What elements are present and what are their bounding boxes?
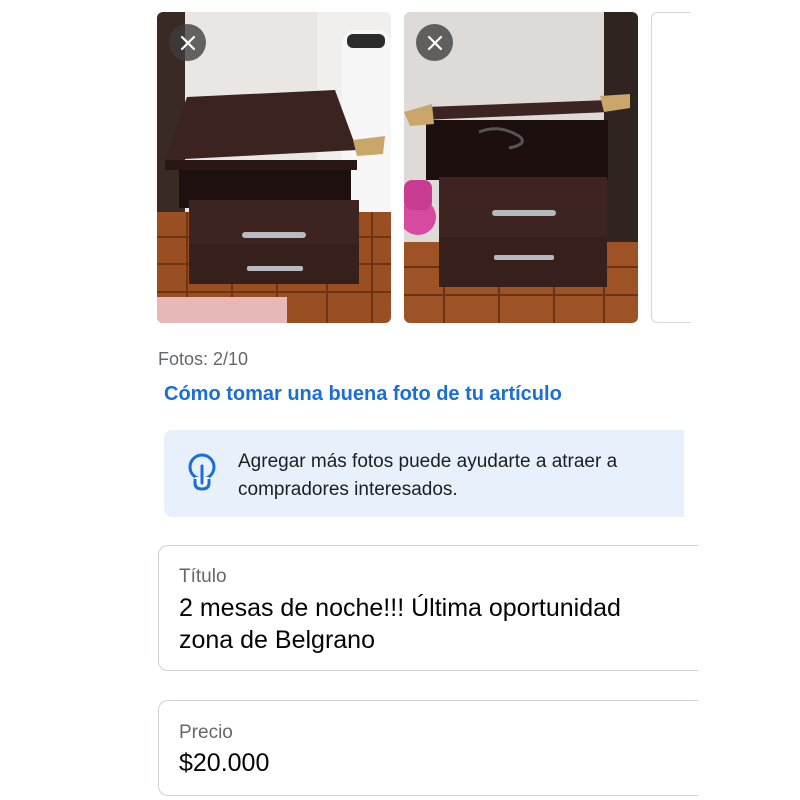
lightbulb-icon	[188, 453, 216, 491]
close-icon	[180, 35, 195, 50]
photo-count: Fotos: 2/10	[158, 349, 249, 369]
listing-photo-2[interactable]	[404, 12, 638, 323]
tip-banner: Agregar más fotos puede ayudarte a atrae…	[164, 430, 684, 517]
title-field-value[interactable]: 2 mesas de noche!!! Última oportunidad z…	[179, 592, 679, 656]
add-photo-slot[interactable]	[651, 12, 691, 323]
price-field-value[interactable]: $20.000	[179, 747, 679, 779]
listing-photo-1[interactable]	[157, 12, 391, 323]
remove-photo-1-button[interactable]	[169, 24, 206, 61]
title-field[interactable]: Título 2 mesas de noche!!! Última oportu…	[158, 545, 698, 671]
close-icon	[427, 35, 442, 50]
price-field[interactable]: Precio $20.000	[158, 700, 698, 796]
price-field-label: Precio	[179, 722, 233, 743]
remove-photo-2-button[interactable]	[416, 24, 453, 61]
tip-text: Agregar más fotos puede ayudarte a atrae…	[238, 451, 618, 500]
marketplace-listing-form: Fotos: 2/10 Cómo tomar una buena foto de…	[0, 0, 800, 800]
title-field-label: Título	[179, 566, 227, 587]
photo-tips-link[interactable]: Cómo tomar una buena foto de tu artículo	[164, 383, 562, 406]
